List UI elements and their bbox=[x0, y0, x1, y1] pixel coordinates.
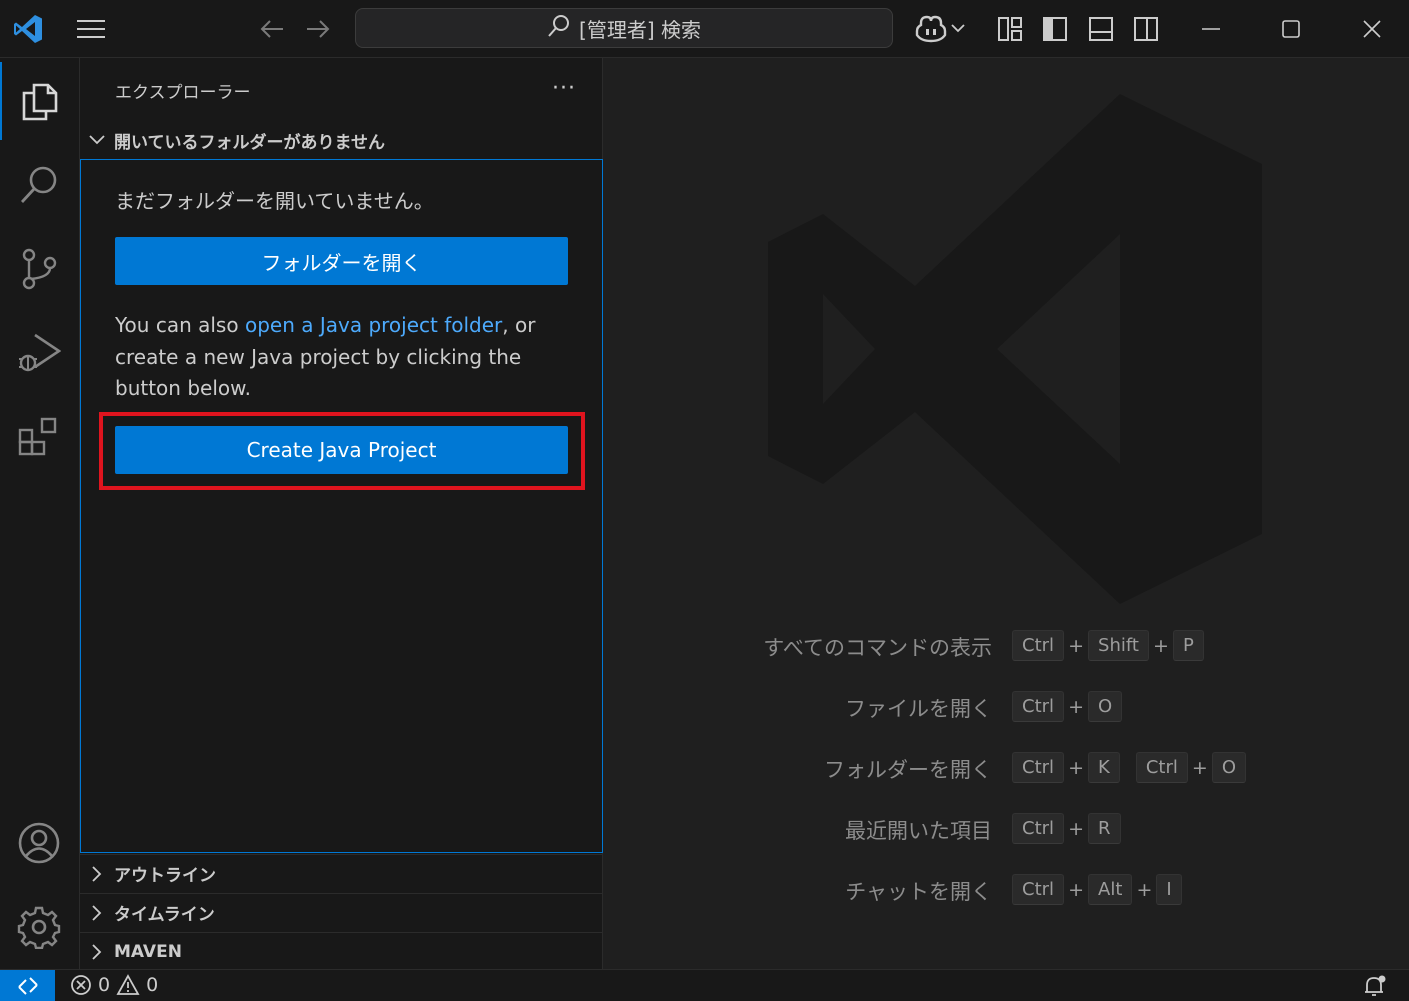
close-icon[interactable] bbox=[1357, 14, 1387, 44]
java-project-hint: You can also open a Java project folder,… bbox=[115, 310, 565, 405]
toggle-panel-icon[interactable] bbox=[1086, 14, 1116, 44]
remote-indicator-button[interactable] bbox=[0, 970, 55, 1001]
key-plus: + bbox=[1152, 634, 1169, 657]
key: Alt bbox=[1088, 874, 1133, 905]
shortcut-label: チャットを開く bbox=[845, 880, 992, 904]
search-icon[interactable] bbox=[0, 146, 78, 224]
menu-icon[interactable] bbox=[74, 16, 108, 42]
key: P bbox=[1172, 630, 1204, 661]
key: Ctrl bbox=[1012, 691, 1065, 722]
key-plus: + bbox=[1068, 878, 1084, 901]
section-title: MAVEN bbox=[114, 941, 182, 962]
forward-arrow-icon[interactable] bbox=[303, 15, 333, 43]
activity-bar bbox=[0, 58, 80, 969]
key-plus: + bbox=[1068, 817, 1084, 840]
section-title: 開いているフォルダーがありません bbox=[114, 132, 385, 153]
title-bar: [管理者] 検索 bbox=[0, 0, 1409, 58]
notifications-bell-icon[interactable] bbox=[1362, 974, 1388, 998]
sidebar-title: エクスプローラー bbox=[115, 83, 251, 103]
error-count: 0 bbox=[98, 974, 111, 996]
chevron-right-icon bbox=[80, 904, 114, 921]
run-and-debug-icon[interactable] bbox=[0, 314, 78, 392]
back-arrow-icon[interactable] bbox=[257, 15, 287, 43]
shortcut-label: ファイルを開く bbox=[845, 697, 992, 721]
customize-layout-icon[interactable] bbox=[995, 14, 1025, 44]
shortcut-open-file: ファイルを開く Ctrl + O bbox=[603, 691, 1409, 725]
key-plus: + bbox=[1191, 756, 1208, 779]
explorer-icon[interactable] bbox=[0, 62, 78, 140]
key: R bbox=[1088, 813, 1121, 844]
shortcut-label: 最近開いた項目 bbox=[845, 819, 992, 843]
shortcut-keys: Ctrl + Shift + P bbox=[1012, 630, 1204, 661]
minimize-icon[interactable] bbox=[1196, 14, 1226, 44]
section-title: アウトライン bbox=[114, 866, 216, 886]
key: Ctrl bbox=[1012, 630, 1065, 661]
editor-area: すべてのコマンドの表示 Ctrl + Shift + P ファイルを開く Ctr… bbox=[603, 58, 1409, 969]
vscode-logo-icon bbox=[10, 11, 46, 47]
more-actions-button[interactable]: ··· bbox=[552, 76, 576, 101]
toggle-secondary-sidebar-icon[interactable] bbox=[1131, 14, 1161, 44]
shortcut-keys: Ctrl + Alt + I bbox=[1012, 874, 1182, 905]
chevron-right-icon bbox=[80, 865, 114, 882]
open-java-project-link[interactable]: open a Java project folder bbox=[245, 313, 502, 337]
shortcut-open-folder: フォルダーを開く Ctrl + K Ctrl + O bbox=[603, 752, 1409, 786]
outline-section-header[interactable]: アウトライン bbox=[80, 854, 603, 892]
copilot-icon[interactable] bbox=[913, 13, 949, 45]
warning-count: 0 bbox=[146, 974, 159, 996]
key: I bbox=[1156, 874, 1182, 905]
key: K bbox=[1088, 752, 1120, 783]
search-icon bbox=[547, 14, 571, 43]
section-title: タイムライン bbox=[114, 905, 215, 925]
no-folder-section-header[interactable]: 開いているフォルダーがありません bbox=[80, 121, 603, 159]
manage-gear-icon[interactable] bbox=[0, 888, 78, 966]
shortcut-open-chat: チャットを開く Ctrl + Alt + I bbox=[603, 874, 1409, 908]
shortcut-label: フォルダーを開く bbox=[824, 758, 992, 782]
chevron-down-icon[interactable] bbox=[950, 20, 966, 36]
chevron-right-icon bbox=[80, 943, 114, 960]
shortcut-keys: Ctrl + O bbox=[1012, 691, 1123, 722]
source-control-icon[interactable] bbox=[0, 230, 78, 308]
key: O bbox=[1088, 691, 1123, 722]
timeline-section-header[interactable]: タイムライン bbox=[80, 893, 603, 931]
warning-icon bbox=[116, 974, 140, 995]
extensions-icon[interactable] bbox=[0, 398, 78, 476]
maximize-icon[interactable] bbox=[1276, 14, 1306, 44]
shortcut-show-all-commands: すべてのコマンドの表示 Ctrl + Shift + P bbox=[603, 630, 1409, 664]
accounts-icon[interactable] bbox=[0, 804, 78, 882]
java-hint-before: You can also bbox=[115, 313, 245, 337]
key: Ctrl bbox=[1012, 752, 1065, 783]
maven-section-header[interactable]: MAVEN bbox=[80, 932, 603, 970]
shortcut-keys: Ctrl + R bbox=[1012, 813, 1121, 844]
create-java-project-button[interactable]: Create Java Project bbox=[115, 426, 568, 474]
no-folder-panel: まだフォルダーを開いていません。 フォルダーを開く You can also o… bbox=[80, 159, 603, 853]
remote-icon bbox=[17, 977, 38, 995]
shortcut-label: すべてのコマンドの表示 bbox=[763, 636, 992, 660]
toggle-primary-sidebar-icon[interactable] bbox=[1040, 14, 1070, 44]
problems-indicator[interactable]: 0 0 bbox=[70, 974, 158, 996]
explorer-sidebar: エクスプローラー ··· 開いているフォルダーがありません まだフォルダーを開い… bbox=[80, 58, 603, 969]
key: Shift bbox=[1088, 630, 1149, 661]
key-plus: + bbox=[1136, 878, 1153, 901]
shortcut-recent: 最近開いた項目 Ctrl + R bbox=[603, 813, 1409, 847]
search-text: [管理者] 検索 bbox=[579, 17, 701, 42]
key: Ctrl bbox=[1135, 752, 1188, 783]
key-plus: + bbox=[1068, 695, 1084, 718]
shortcut-keys: Ctrl + K Ctrl + O bbox=[1012, 752, 1247, 783]
open-folder-button[interactable]: フォルダーを開く bbox=[115, 237, 568, 285]
chevron-down-icon bbox=[80, 134, 114, 146]
key-plus: + bbox=[1068, 634, 1084, 657]
no-folder-message: まだフォルダーを開いていません。 bbox=[115, 189, 434, 213]
key: O bbox=[1211, 752, 1247, 783]
status-bar: 0 0 bbox=[0, 969, 1409, 1001]
key-plus: + bbox=[1068, 756, 1084, 779]
vscode-watermark-icon bbox=[765, 94, 1265, 608]
error-icon bbox=[71, 975, 91, 995]
key: Ctrl bbox=[1012, 874, 1065, 905]
key: Ctrl bbox=[1012, 813, 1065, 844]
command-center-search[interactable]: [管理者] 検索 bbox=[355, 8, 893, 48]
